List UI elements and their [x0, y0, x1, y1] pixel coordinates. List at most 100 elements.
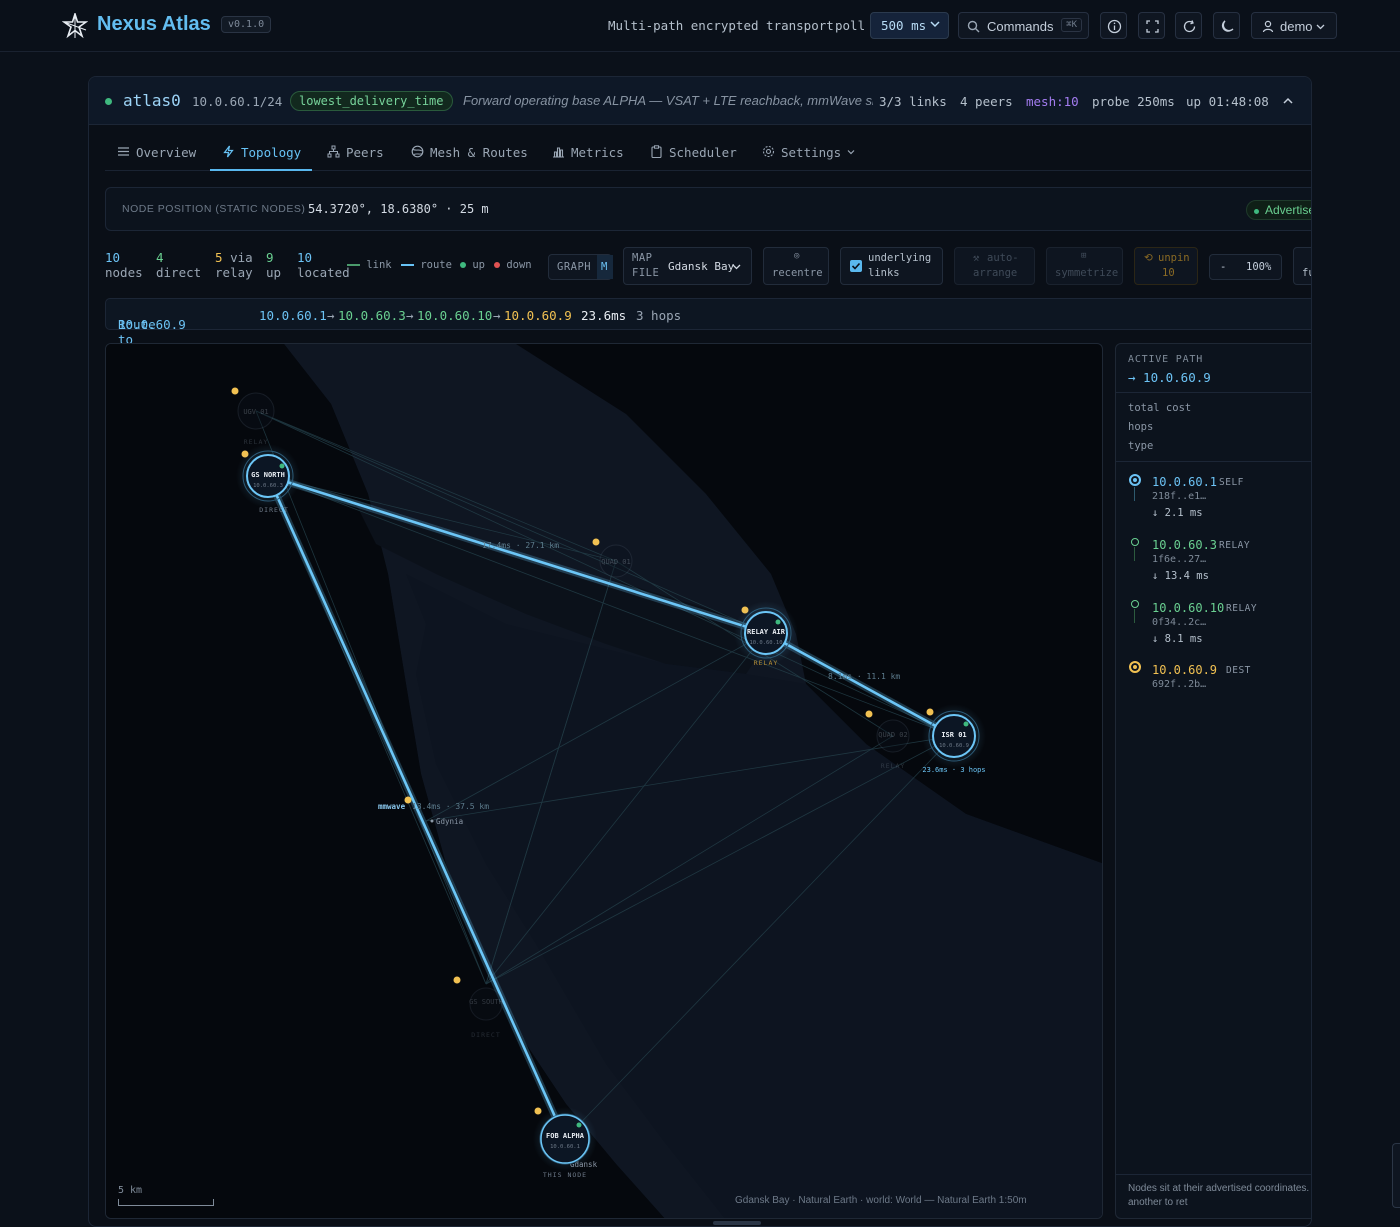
map-file-select[interactable]: MAP FILE Gdansk Bay — [623, 247, 752, 285]
underlying-links-toggle[interactable]: underlying links — [840, 247, 943, 285]
chevron-down-icon — [1316, 24, 1325, 30]
active-path-heading: ACTIVE PATH — [1128, 354, 1204, 365]
map-attribution: Gdansk Bay · Natural Earth · world: Worl… — [735, 1195, 1027, 1206]
app-title: Nexus Atlas — [97, 13, 211, 35]
stat-nodes: 10 nodes — [105, 250, 143, 280]
hop-4-key: 692f..2b… — [1152, 679, 1207, 690]
route-hop-4: 10.0.60.9 — [504, 308, 572, 323]
legend-up-label: up — [472, 259, 485, 271]
node-fob-alpha-ip: 10.0.60.1 — [550, 1144, 580, 1150]
hop-2-ip[interactable]: 10.0.60.3 — [1152, 538, 1217, 552]
theme-toggle-button[interactable] — [1213, 12, 1240, 39]
node-quad-01[interactable]: QUAD 01 — [599, 544, 633, 578]
poll-interval-value: 500 ms — [881, 18, 927, 33]
hop-3-key: 0f34..2c… — [1152, 617, 1207, 628]
tab-settings[interactable]: Settings — [762, 145, 855, 160]
node-quad-02-label: QUAD 02 — [878, 731, 908, 739]
symmetrize-label: symmetrize — [1055, 267, 1119, 279]
tab-topology[interactable]: Topology — [222, 145, 301, 160]
map-file-value: Gdansk Bay — [668, 260, 735, 273]
arrow-right-icon: → — [493, 308, 501, 323]
place-gdynia: Gdynia — [436, 817, 463, 826]
node-isr-01[interactable]: ISR 01 10.0.60.9 23.6ms · 3 hops — [922, 704, 986, 774]
user-menu-button[interactable]: demo — [1251, 12, 1337, 39]
graph-view-button[interactable]: GRAPH — [557, 261, 591, 273]
user-name: demo — [1280, 19, 1313, 34]
map-view-button[interactable]: M — [597, 255, 613, 279]
chevron-down-icon — [930, 21, 940, 28]
node-gs-north-label: GS NORTH — [251, 471, 285, 479]
topology-map[interactable]: 17.4ms · 27.1 km 8.1ms · 11.1 km mmwave … — [105, 343, 1103, 1219]
file-label: FILE — [632, 267, 660, 279]
map-scale-label: 5 km — [118, 1185, 143, 1196]
node-relay-air-ip: 10.0.60.10 — [749, 640, 782, 646]
fullscreen-map-button[interactable]: fu — [1293, 247, 1311, 285]
stat-nodes-value: 10 — [105, 250, 121, 265]
legend-route: route — [401, 259, 452, 271]
auto-arrange-button[interactable]: ⚒ auto- arrange — [954, 247, 1035, 285]
route-summary: Route to 10.0.60.9 10.0.60.1 → 10.0.60.3… — [105, 298, 1311, 347]
fullscreen-button[interactable] — [1138, 12, 1165, 39]
fullscreen-icon — [1146, 20, 1159, 33]
stat-relay-value: 5 — [215, 250, 223, 265]
auto-label-2: arrange — [973, 267, 1018, 279]
node-isr-01-route-info: 23.6ms · 3 hops — [922, 766, 985, 774]
hop-connector — [1134, 547, 1135, 561]
node-gs-south[interactable]: GS SOUTH DIRECT — [469, 987, 503, 1039]
info-button[interactable] — [1100, 12, 1127, 39]
grid-icon: ⊞ — [1081, 251, 1087, 261]
node-isr-01-ip: 10.0.60.9 — [939, 743, 969, 749]
tab-peers[interactable]: Peers — [327, 145, 384, 160]
symmetrize-button[interactable]: ⊞ symmetrize — [1046, 247, 1123, 285]
tab-scheduler[interactable]: Scheduler — [650, 145, 737, 160]
unpin-label-2: 10 — [1162, 267, 1175, 279]
stat-located-label: located — [297, 265, 350, 280]
route-hop-1: 10.0.60.1 — [259, 308, 327, 323]
peers-count: 4 peers — [960, 94, 1013, 109]
poll-interval-select[interactable]: 500 ms — [870, 12, 949, 39]
hop-3-role: RELAY — [1226, 603, 1258, 614]
chevron-up-icon[interactable] — [1281, 94, 1295, 108]
divider — [1116, 461, 1311, 462]
underlying-label-2: links — [868, 267, 900, 279]
recentre-button[interactable]: ◎ recentre — [763, 247, 829, 285]
node-gs-south-role: DIRECT — [471, 1031, 500, 1039]
hop-marker-dest — [1129, 661, 1141, 673]
divider — [1116, 1174, 1311, 1175]
node-relay-air-label: RELAY AIR — [747, 628, 786, 636]
node-quad-02-role: RELAY — [881, 762, 906, 770]
commands-button[interactable]: Commands ⌘K — [958, 12, 1089, 39]
hop-1-ip[interactable]: 10.0.60.1 — [1152, 475, 1217, 489]
resize-handle[interactable] — [713, 1221, 761, 1225]
tab-overview[interactable]: Overview — [117, 145, 196, 160]
side-drawer-tab[interactable] — [1392, 1143, 1400, 1208]
info-icon — [1107, 19, 1122, 34]
node-status-up — [775, 619, 781, 625]
tab-metrics[interactable]: Metrics — [552, 145, 624, 160]
map-canvas[interactable]: 17.4ms · 27.1 km 8.1ms · 11.1 km mmwave … — [106, 344, 1103, 1219]
network-icon — [327, 145, 340, 158]
tab-mesh-routes[interactable]: Mesh & Routes — [411, 145, 528, 160]
checkbox-checked-icon[interactable] — [850, 260, 862, 272]
top-bar: Nexus Atlas v0.1.0 Multi-path encrypted … — [0, 0, 1400, 52]
refresh-button[interactable] — [1175, 12, 1202, 39]
hop-connector — [1134, 609, 1135, 623]
stat-direct-value: 4 — [156, 250, 164, 265]
hop-3-ip[interactable]: 10.0.60.10 — [1152, 601, 1224, 615]
stat-up-label: up — [266, 265, 282, 280]
gear-icon — [762, 145, 775, 158]
node-quad-02[interactable]: QUAD 02 RELAY — [876, 719, 910, 770]
hop-4-ip[interactable]: 10.0.60.9 — [1152, 663, 1217, 677]
arrow-right-icon: → — [406, 308, 414, 323]
interface-header[interactable]: atlas0 10.0.60.1/24 lowest_delivery_time… — [89, 77, 1311, 125]
zoom-out-button[interactable]: - — [1220, 261, 1226, 273]
unpin-button[interactable]: ⟲ unpin 10 — [1134, 247, 1198, 285]
hop-3-latency: ↓ 8.1 ms — [1152, 633, 1203, 645]
refresh-icon — [1183, 20, 1196, 33]
hop-2-latency: ↓ 13.4 ms — [1152, 570, 1209, 582]
route-hop-2: 10.0.60.3 — [338, 308, 406, 323]
auto-label-1: auto- — [987, 252, 1019, 264]
arrow-right-icon: → — [327, 308, 335, 323]
route-latency: 23.6ms — [581, 308, 627, 323]
node-status-up — [963, 721, 969, 727]
